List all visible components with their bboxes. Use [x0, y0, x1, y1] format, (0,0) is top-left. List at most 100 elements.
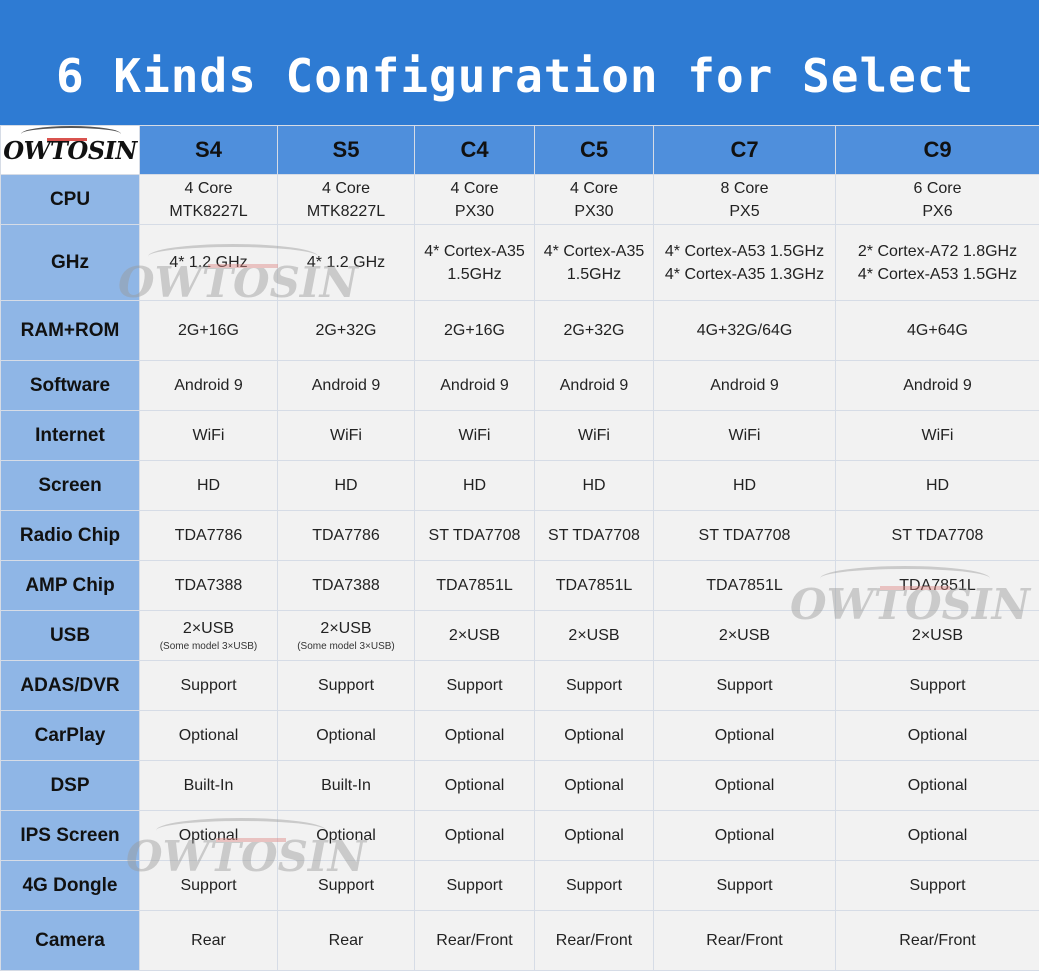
table-cell: Rear/Front [654, 911, 836, 971]
cell-text: Optional [836, 724, 1039, 747]
cell-text: 2G+16G [140, 319, 277, 342]
cell-text: 2×USB [836, 624, 1039, 647]
table-cell: 2×USB(Some model 3×USB) [140, 611, 278, 661]
table-cell: Optional [278, 811, 415, 861]
table-cell: WiFi [278, 411, 415, 461]
table-cell: TDA7851L [535, 561, 654, 611]
cell-text: HD [140, 474, 277, 497]
table-cell: Optional [535, 761, 654, 811]
table-cell: 4* Cortex-A351.5GHz [535, 225, 654, 301]
table-cell: 6 CorePX6 [836, 175, 1039, 225]
cell-text: TDA7786 [278, 524, 414, 547]
column-header: S5 [278, 126, 415, 175]
table-cell: Optional [278, 711, 415, 761]
cell-text: Optional [535, 824, 653, 847]
table-cell: TDA7388 [278, 561, 415, 611]
table-cell: 4 CorePX30 [535, 175, 654, 225]
cell-text: Support [140, 874, 277, 897]
table-row: 4G DongleSupportSupportSupportSupportSup… [1, 861, 1039, 911]
table-cell: WiFi [654, 411, 836, 461]
row-label: 4G Dongle [1, 861, 140, 911]
cell-text: ST TDA7708 [415, 524, 534, 547]
table-cell: Built-In [278, 761, 415, 811]
brand-logo: OWTOSIN [3, 136, 137, 165]
cell-text: 2* Cortex-A72 1.8GHz [836, 240, 1039, 263]
row-label: Screen [1, 461, 140, 511]
table-row: GHz4* 1.2 GHz4* 1.2 GHz4* Cortex-A351.5G… [1, 225, 1039, 301]
table-cell: Built-In [140, 761, 278, 811]
cell-text: 2G+32G [535, 319, 653, 342]
config-table: OWTOSIN S4 S5 C4 C5 C7 C9 CPU4 CoreMTK82… [0, 125, 1039, 971]
table-cell: Optional [654, 811, 836, 861]
table-cell: ST TDA7708 [654, 511, 836, 561]
cell-text: Support [654, 674, 835, 697]
cell-text: PX30 [415, 200, 534, 223]
table-cell: 4* 1.2 GHz [278, 225, 415, 301]
table-cell: Rear [140, 911, 278, 971]
table-row: RAM+ROM2G+16G2G+32G2G+16G2G+32G4G+32G/64… [1, 301, 1039, 361]
cell-text: 4* Cortex-A53 1.5GHz [654, 240, 835, 263]
row-label: ADAS/DVR [1, 661, 140, 711]
table-cell: Optional [140, 711, 278, 761]
table-cell: 8 CorePX5 [654, 175, 836, 225]
cell-text: Support [836, 674, 1039, 697]
table-row: ADAS/DVRSupportSupportSupportSupportSupp… [1, 661, 1039, 711]
table-cell: 2G+16G [415, 301, 535, 361]
table-cell: Android 9 [836, 361, 1039, 411]
table-cell: 4 CoreMTK8227L [140, 175, 278, 225]
table-row: IPS ScreenOptionalOptionalOptionalOption… [1, 811, 1039, 861]
table-cell: HD [836, 461, 1039, 511]
cell-text: 2×USB [415, 624, 534, 647]
cell-text: TDA7388 [278, 574, 414, 597]
column-header: C4 [415, 126, 535, 175]
cell-text: 4* Cortex-A35 [415, 240, 534, 263]
table-cell: Support [415, 861, 535, 911]
cell-text: 4 Core [278, 177, 414, 200]
table-row: ScreenHDHDHDHDHDHD [1, 461, 1039, 511]
table-cell: HD [278, 461, 415, 511]
cell-text: 2G+16G [415, 319, 534, 342]
title-banner: 6 Kinds Configuration for Select [0, 0, 1039, 125]
table-cell: Support [278, 861, 415, 911]
table-row: DSPBuilt-InBuilt-InOptionalOptionalOptio… [1, 761, 1039, 811]
brand-logo-cell: OWTOSIN [1, 126, 140, 175]
table-cell: Android 9 [415, 361, 535, 411]
cell-text: 4* 1.2 GHz [278, 251, 414, 274]
table-cell: 4G+64G [836, 301, 1039, 361]
table-cell: 4* 1.2 GHz [140, 225, 278, 301]
table-cell: Rear/Front [836, 911, 1039, 971]
table-cell: Support [654, 861, 836, 911]
cell-text: Optional [278, 824, 414, 847]
table-cell: 2×USB [535, 611, 654, 661]
table-cell: HD [415, 461, 535, 511]
cell-text: WiFi [535, 424, 653, 447]
cell-text: Built-In [140, 774, 277, 797]
table-cell: Android 9 [278, 361, 415, 411]
table-cell: TDA7851L [836, 561, 1039, 611]
row-label: GHz [1, 225, 140, 301]
row-label: DSP [1, 761, 140, 811]
table-row: AMP ChipTDA7388TDA7388TDA7851LTDA7851LTD… [1, 561, 1039, 611]
cell-text: 4* 1.2 GHz [140, 251, 277, 274]
table-cell: 2×USB [654, 611, 836, 661]
cell-text: Rear [140, 929, 277, 952]
table-cell: 4* Cortex-A351.5GHz [415, 225, 535, 301]
table-cell: Rear/Front [535, 911, 654, 971]
cell-text: 2×USB [278, 617, 414, 640]
table-cell: 2* Cortex-A72 1.8GHz4* Cortex-A53 1.5GHz [836, 225, 1039, 301]
table-cell: Rear [278, 911, 415, 971]
cell-text: Optional [140, 824, 277, 847]
table-row: CPU4 CoreMTK8227L4 CoreMTK8227L4 CorePX3… [1, 175, 1039, 225]
cell-text: Support [140, 674, 277, 697]
cell-text: Optional [415, 724, 534, 747]
table-cell: Android 9 [654, 361, 836, 411]
table-cell: ST TDA7708 [836, 511, 1039, 561]
table-cell: Optional [535, 811, 654, 861]
table-cell: 2×USB [836, 611, 1039, 661]
cell-text: Support [535, 874, 653, 897]
cell-text: 1.5GHz [535, 263, 653, 286]
table-cell: TDA7851L [654, 561, 836, 611]
cell-text: Android 9 [415, 374, 534, 397]
cell-text: MTK8227L [140, 200, 277, 223]
cell-text: HD [654, 474, 835, 497]
